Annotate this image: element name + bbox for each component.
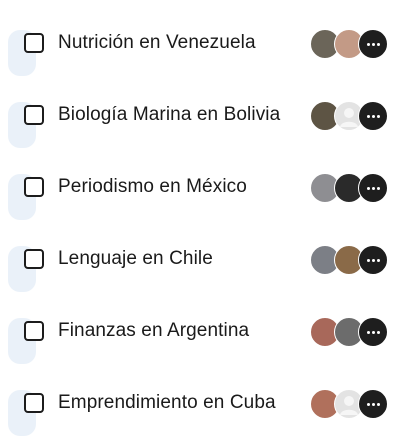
avatar-group[interactable]: [310, 245, 388, 275]
avatar-group[interactable]: [310, 173, 388, 203]
more-dots-icon[interactable]: [358, 317, 388, 347]
group-name: Biología Marina en Bolivia: [58, 104, 281, 125]
checkbox[interactable]: [24, 177, 44, 197]
avatar-group[interactable]: [310, 29, 388, 59]
group-name: Lenguaje en Chile: [58, 248, 213, 269]
list-item[interactable]: Periodismo en México: [0, 156, 400, 220]
more-dots-icon[interactable]: [358, 173, 388, 203]
group-name: Finanzas en Argentina: [58, 320, 250, 341]
list-item[interactable]: Biología Marina en Bolivia: [0, 84, 400, 148]
list-item[interactable]: Nutrición en Venezuela: [0, 12, 400, 76]
more-dots-icon[interactable]: [358, 101, 388, 131]
list-item[interactable]: Lenguaje en Chile: [0, 228, 400, 292]
checkbox[interactable]: [24, 321, 44, 341]
more-dots-icon[interactable]: [358, 245, 388, 275]
group-name: Emprendimiento en Cuba: [58, 392, 276, 413]
more-dots-icon[interactable]: [358, 389, 388, 419]
group-name: Periodismo en México: [58, 176, 247, 197]
checkbox[interactable]: [24, 249, 44, 269]
more-dots-icon[interactable]: [358, 29, 388, 59]
checkbox[interactable]: [24, 105, 44, 125]
avatar-group[interactable]: [310, 317, 388, 347]
group-list: Nutrición en Venezuela Biología Marina e…: [0, 0, 400, 438]
avatar-group[interactable]: [310, 101, 388, 131]
checkbox[interactable]: [24, 33, 44, 53]
checkbox[interactable]: [24, 393, 44, 413]
group-name: Nutrición en Venezuela: [58, 32, 256, 53]
list-item[interactable]: Finanzas en Argentina: [0, 300, 400, 364]
avatar-group[interactable]: [310, 389, 388, 419]
list-item[interactable]: Emprendimiento en Cuba: [0, 372, 400, 436]
